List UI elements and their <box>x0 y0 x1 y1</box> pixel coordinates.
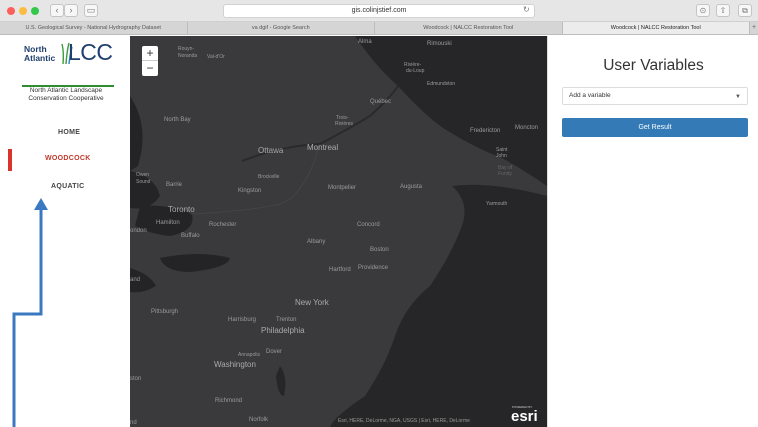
tab-woodcock-active[interactable]: Woodcock | NALCC Restoration Tool <box>562 22 750 34</box>
sidebar: North Atlantic LCC North Atlantic Landsc… <box>0 36 130 427</box>
map-label: Kingston <box>238 188 262 194</box>
user-variables-panel: User Variables Add a variable ▼ Get Resu… <box>547 36 758 427</box>
share-icon[interactable]: ⇧ <box>716 4 730 17</box>
map-label: Boston <box>370 247 389 253</box>
sidebar-toggle-icon[interactable]: ▭ <box>84 4 98 17</box>
new-tab-button[interactable]: + <box>750 22 758 34</box>
zoom-control: + − <box>142 46 158 76</box>
map-label: Buffalo <box>181 233 200 239</box>
get-result-button[interactable]: Get Result <box>562 118 748 137</box>
map-label: North Bay <box>164 117 191 123</box>
map-label: ondon <box>130 228 147 234</box>
map-label: Sound <box>136 179 151 185</box>
map-label: Rivières <box>335 121 354 127</box>
map-label: and <box>130 277 141 283</box>
logo-text: North Atlantic <box>24 45 55 63</box>
map-label: Hamilton <box>156 220 180 226</box>
map-label: Fredericton <box>470 128 501 134</box>
tab-woodcock-1[interactable]: Woodcock | NALCC Restoration Tool <box>375 22 563 34</box>
map-label: Montreal <box>307 143 339 152</box>
zoom-window-button[interactable] <box>31 7 39 15</box>
map-label: Hartford <box>329 267 351 273</box>
map-label: Toronto <box>168 205 195 214</box>
add-variable-select[interactable]: Add a variable ▼ <box>562 87 748 105</box>
back-button[interactable]: ‹ <box>50 4 64 17</box>
close-window-button[interactable] <box>7 7 15 15</box>
map-label: Annapolis <box>238 352 260 358</box>
map-label: Norfolk <box>249 417 269 423</box>
minimize-window-button[interactable] <box>19 7 27 15</box>
tab-bar: U.S. Geological Survey - National Hydrog… <box>0 22 758 35</box>
map-attribution[interactable]: Esri, HERE, DeLorme, NGA, USGS | Esri, H… <box>336 417 472 425</box>
reload-icon[interactable]: ↻ <box>523 5 530 14</box>
map-label: du-Loup <box>406 68 425 74</box>
logo-subtitle: North Atlantic Landscape Conservation Co… <box>10 87 122 103</box>
logo-subtitle-line1: North Atlantic Landscape <box>29 87 103 94</box>
logo-line-atlantic: Atlantic <box>24 53 56 63</box>
map-label: ston <box>130 376 142 382</box>
map-label: Concord <box>357 222 380 228</box>
map-label: Providence <box>358 265 389 271</box>
map-label: Edmundston <box>427 81 456 87</box>
map-view[interactable]: + − Alma Rimouski Rouyn- Noranda Val-d'O… <box>130 36 547 427</box>
map-label: Barrie <box>166 182 183 188</box>
annotation-arrow-icon <box>12 198 48 427</box>
map-label: Rimouski <box>427 41 452 47</box>
tab-usgs[interactable]: U.S. Geological Survey - National Hydrog… <box>0 22 188 34</box>
map-label: Québec <box>370 99 392 105</box>
map-label: Harrisburg <box>228 317 257 323</box>
downloads-icon[interactable]: ⊙ <box>696 4 710 17</box>
map-label: Brockville <box>258 174 280 180</box>
map-label: Trenton <box>276 317 297 323</box>
zoom-in-button[interactable]: + <box>142 46 158 61</box>
map-label: Montpelier <box>328 185 357 191</box>
zoom-out-button[interactable]: − <box>142 61 158 76</box>
map-label: John <box>496 153 507 159</box>
address-bar[interactable]: gis.colinjstief.com <box>223 4 535 18</box>
panel-title: User Variables <box>603 57 704 74</box>
map-label: Ottawa <box>258 146 284 155</box>
map-label: nd <box>130 420 137 426</box>
esri-logo[interactable]: esri <box>511 408 538 425</box>
map-label: Augusta <box>400 184 423 190</box>
map-label: Noranda <box>178 53 198 59</box>
map-label: Fundy <box>498 171 512 177</box>
map-label: Rouyn- <box>178 46 195 52</box>
map-label: Moncton <box>515 125 539 131</box>
map-label: Rochester <box>209 222 237 228</box>
select-placeholder: Add a variable <box>569 92 611 99</box>
map-label: Dover <box>266 349 283 355</box>
map-label: Alma <box>358 39 372 45</box>
chevron-down-icon: ▼ <box>735 94 741 100</box>
logo-subtitle-line2: Conservation Cooperative <box>28 95 104 102</box>
active-nav-indicator <box>8 149 12 171</box>
map-label: Val-d'Or <box>207 54 225 60</box>
map-label: Owen <box>136 172 150 178</box>
map-label: Richmond <box>215 398 243 404</box>
browser-titlebar: ‹ › ▭ gis.colinjstief.com ↻ ⊙ ⇧ ⧉ <box>0 0 758 22</box>
map-label: Philadelphia <box>261 326 305 335</box>
map-label: Pittsburgh <box>151 309 179 315</box>
tab-google-search[interactable]: va dgif - Google Search <box>188 22 375 34</box>
map-label: Washington <box>214 360 256 369</box>
map-label: Albany <box>307 239 326 245</box>
forward-button[interactable]: › <box>64 4 78 17</box>
map-label: Yarmouth <box>486 201 508 207</box>
tabs-overview-icon[interactable]: ⧉ <box>738 4 752 17</box>
logo-lcc: LCC <box>68 39 113 65</box>
basemap-graphic <box>130 36 547 427</box>
map-label: New York <box>295 298 329 307</box>
